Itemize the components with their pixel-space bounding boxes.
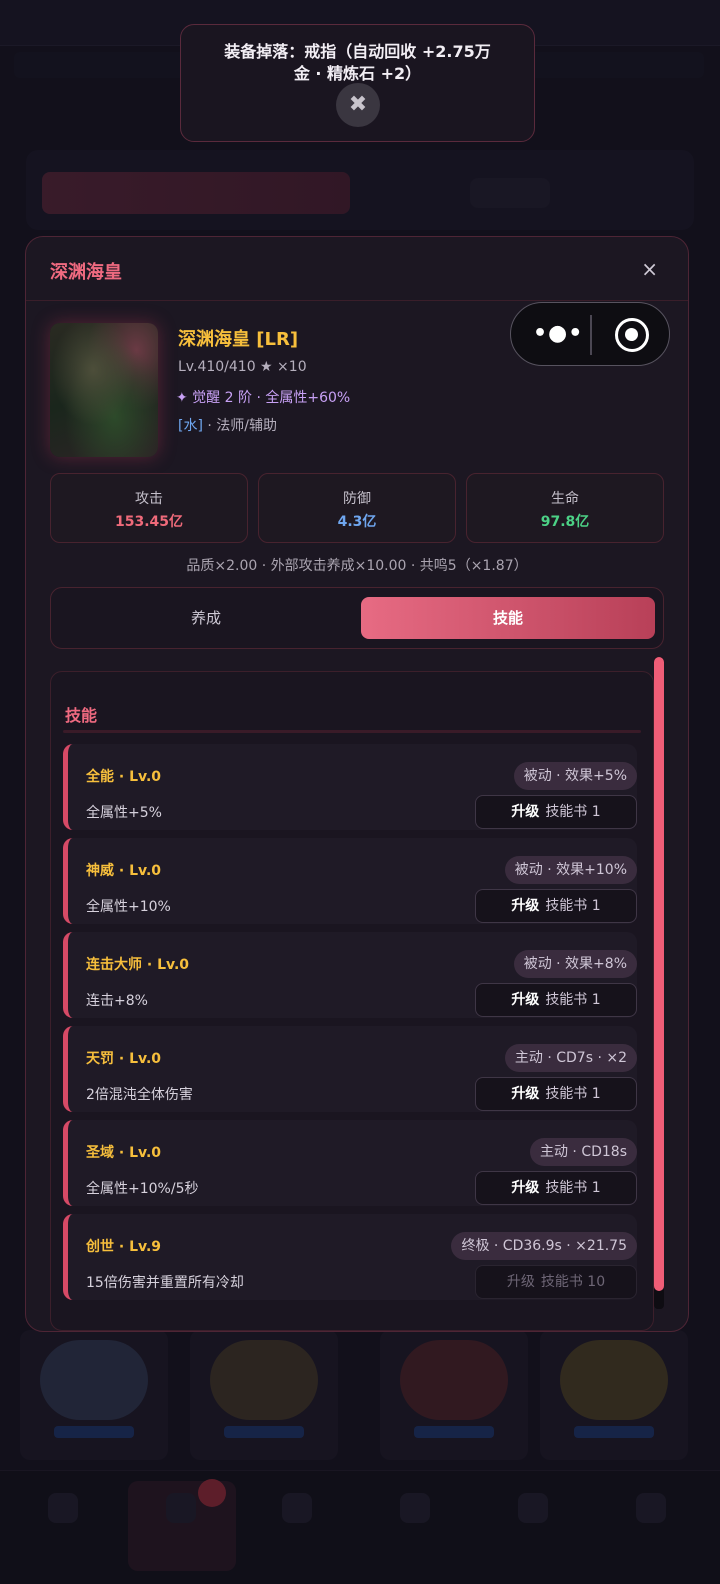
skill-name: 神威 · Lv.0 bbox=[86, 863, 162, 879]
tab-skills[interactable]: 技能 bbox=[361, 597, 655, 639]
skill-name: 创世 · Lv.9 bbox=[86, 1239, 162, 1255]
stat-label: 防御 bbox=[343, 491, 371, 507]
stat-label: 攻击 bbox=[135, 491, 163, 507]
skill-name: 天罚 · Lv.0 bbox=[86, 1051, 162, 1067]
tab-train[interactable]: 养成 bbox=[59, 597, 353, 639]
skill-tag: 被动 · 效果+10% bbox=[504, 856, 637, 884]
skill-tag: 终极 · CD36.9s · ×21.75 bbox=[451, 1232, 637, 1260]
hero-name: 深渊海皇 [LR] bbox=[178, 329, 299, 350]
hero-type: [水] · 法师/辅助 bbox=[178, 415, 277, 435]
hero-role: · 法师/辅助 bbox=[202, 418, 278, 434]
modal-title: 深渊海皇 bbox=[50, 262, 122, 283]
skills-panel[interactable]: 技能 全能 · Lv.0 全属性+5% 被动 · 效果+5% 升级 技能书 1 神… bbox=[50, 671, 654, 1331]
upgrade-label: 升级 bbox=[506, 1274, 535, 1290]
skill-tag: 被动 · 效果+5% bbox=[513, 762, 637, 790]
tab-bar: 养成 技能 bbox=[50, 587, 664, 649]
hero-element: [水] bbox=[178, 418, 203, 434]
drop-toast: 装备掉落：戒指（自动回收 +2.75万 金 · 精炼石 +2） ✖ bbox=[180, 24, 535, 142]
miniprogram-capsule: •●• bbox=[510, 302, 670, 366]
skill-desc: 全属性+5% bbox=[86, 805, 162, 821]
upgrade-skill-button[interactable]: 升级 技能书 1 bbox=[475, 1171, 637, 1205]
skill-desc: 全属性+10% bbox=[86, 899, 171, 915]
stat-value: 4.3亿 bbox=[337, 514, 377, 530]
skill-item: 神威 · Lv.0 全属性+10% 被动 · 效果+10% 升级 技能书 1 bbox=[63, 838, 637, 924]
skill-book-cost: 技能书 1 bbox=[545, 898, 601, 914]
skill-desc: 2倍混沌全体伤害 bbox=[86, 1087, 193, 1103]
upgrade-skill-button[interactable]: 升级 技能书 1 bbox=[475, 983, 637, 1017]
skill-name: 全能 · Lv.0 bbox=[86, 769, 162, 785]
upgrade-skill-button[interactable]: 升级 技能书 10 bbox=[475, 1265, 637, 1299]
upgrade-label: 升级 bbox=[511, 898, 540, 914]
toast-line-2: 金 · 精炼石 +2） bbox=[293, 64, 422, 83]
hero-awaken: ✦ 觉醒 2 阶 · 全属性+60% bbox=[176, 390, 351, 406]
skill-item: 天罚 · Lv.0 2倍混沌全体伤害 主动 · CD7s · ×2 升级 技能书 … bbox=[63, 1026, 637, 1112]
skill-book-cost: 技能书 1 bbox=[545, 1180, 601, 1196]
scrollbar-thumb[interactable] bbox=[654, 657, 664, 1291]
skill-desc: 连击+8% bbox=[86, 993, 148, 1009]
target-icon[interactable] bbox=[615, 318, 649, 352]
skill-name: 圣域 · Lv.0 bbox=[86, 1145, 162, 1161]
stat-value: 97.8亿 bbox=[540, 514, 590, 530]
stat-attack: 攻击 153.45亿 bbox=[50, 473, 248, 543]
skill-book-cost: 技能书 1 bbox=[545, 804, 601, 820]
skill-desc: 全属性+10%/5秒 bbox=[86, 1181, 199, 1197]
upgrade-skill-button[interactable]: 升级 技能书 1 bbox=[475, 889, 637, 923]
skill-name: 连击大师 · Lv.0 bbox=[86, 957, 190, 973]
skill-item: 圣域 · Lv.0 全属性+10%/5秒 主动 · CD18s 升级 技能书 1 bbox=[63, 1120, 637, 1206]
toast-close-button[interactable]: ✖ bbox=[336, 83, 380, 127]
skill-tag: 主动 · CD18s bbox=[529, 1138, 637, 1166]
skills-divider bbox=[63, 730, 641, 733]
skill-item: 连击大师 · Lv.0 连击+8% 被动 · 效果+8% 升级 技能书 1 bbox=[63, 932, 637, 1018]
quality-summary: 品质×2.00 · 外部攻击养成×10.00 · 共鸣5（×1.87） bbox=[186, 558, 528, 574]
toast-line-1: 装备掉落：戒指（自动回收 +2.75万 bbox=[224, 42, 491, 61]
skill-tag: 主动 · CD7s · ×2 bbox=[504, 1044, 637, 1072]
skill-item: 创世 · Lv.9 15倍伤害并重置所有冷却 终极 · CD36.9s · ×2… bbox=[63, 1214, 637, 1300]
stat-label: 生命 bbox=[551, 491, 579, 507]
upgrade-label: 升级 bbox=[511, 804, 540, 820]
more-icon[interactable]: •●• bbox=[533, 323, 583, 345]
skill-item: 全能 · Lv.0 全属性+5% 被动 · 效果+5% 升级 技能书 1 bbox=[63, 744, 637, 830]
skills-title: 技能 bbox=[65, 706, 98, 725]
stat-value: 153.45亿 bbox=[114, 514, 184, 530]
skill-book-cost: 技能书 10 bbox=[540, 1274, 606, 1290]
close-icon[interactable]: × bbox=[641, 257, 658, 281]
stat-defense: 防御 4.3亿 bbox=[258, 473, 456, 543]
upgrade-skill-button[interactable]: 升级 技能书 1 bbox=[475, 1077, 637, 1111]
skill-book-cost: 技能书 1 bbox=[545, 1086, 601, 1102]
stat-hp: 生命 97.8亿 bbox=[466, 473, 664, 543]
skill-tag: 被动 · 效果+8% bbox=[513, 950, 637, 978]
toast-message: 装备掉落：戒指（自动回收 +2.75万 金 · 精炼石 +2） bbox=[181, 41, 534, 85]
skill-desc: 15倍伤害并重置所有冷却 bbox=[86, 1275, 244, 1291]
skill-book-cost: 技能书 1 bbox=[545, 992, 601, 1008]
hero-detail-modal: 深渊海皇 × 深渊海皇 [LR] Lv.410/410 ★ ×10 ✦ 觉醒 2… bbox=[25, 236, 689, 1332]
hero-portrait bbox=[50, 323, 158, 457]
hero-level: Lv.410/410 ★ ×10 bbox=[178, 359, 307, 375]
upgrade-skill-button[interactable]: 升级 技能书 1 bbox=[475, 795, 637, 829]
upgrade-label: 升级 bbox=[511, 1086, 540, 1102]
modal-header: 深渊海皇 × bbox=[26, 237, 688, 301]
upgrade-label: 升级 bbox=[511, 1180, 540, 1196]
upgrade-label: 升级 bbox=[511, 992, 540, 1008]
capsule-divider bbox=[590, 315, 592, 355]
